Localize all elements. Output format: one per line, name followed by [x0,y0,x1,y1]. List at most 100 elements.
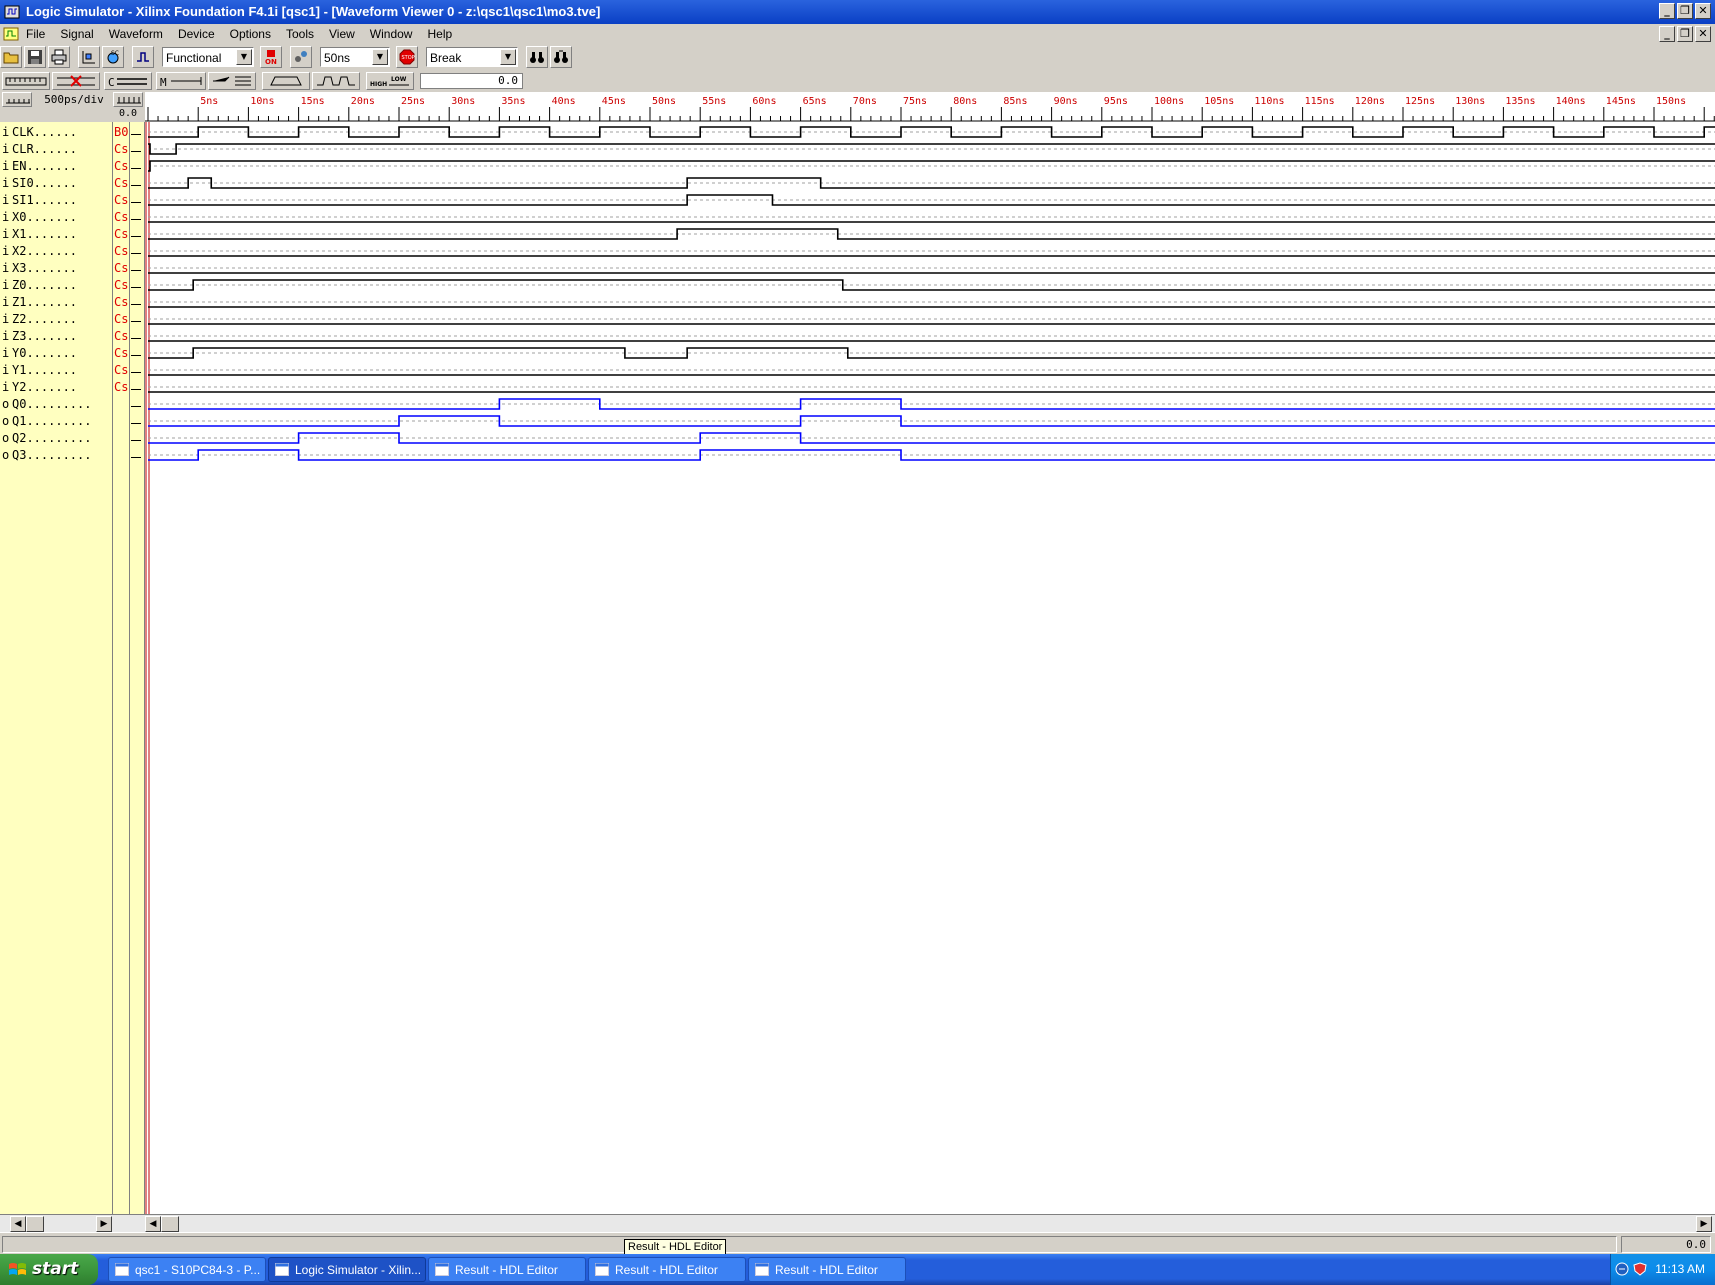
signal-name[interactable]: Y1....... [12,363,77,377]
signal-list-scrollbar[interactable]: ◀ ▶ [0,1214,145,1232]
print-button[interactable] [48,46,70,68]
measure-interval-button[interactable]: M [156,72,206,90]
signal-row[interactable]: o Q1......... [0,413,145,430]
power-on-button[interactable]: ON [260,46,282,68]
signal-row[interactable]: i Z3....... Cs [0,328,145,345]
scroll-right-arrow[interactable]: ▶ [1696,1216,1712,1232]
signal-row[interactable]: i CLK...... B0 [0,124,145,141]
signal-source[interactable]: Cs [114,159,128,173]
step-size-select[interactable]: 50ns ▼ [320,47,390,67]
menu-help[interactable]: Help [427,27,452,41]
taskbar-item[interactable]: qsc1 - S10PC84-3 - P... [108,1257,266,1282]
doc-close-button[interactable]: ✕ [1695,26,1711,42]
scroll-right-arrow[interactable]: ▶ [96,1216,112,1232]
clock-waveform-button[interactable] [312,72,360,90]
signal-name[interactable]: X2....... [12,244,77,258]
stop-button[interactable]: STOP [396,46,418,68]
find-next-button[interactable] [550,46,572,68]
scroll-thumb[interactable] [161,1216,179,1232]
signal-name[interactable]: CLK...... [12,125,77,139]
taskbar-item[interactable]: Result - HDL Editor [428,1257,586,1282]
waveform-button[interactable] [132,46,154,68]
stimulator-button[interactable]: SC [102,46,124,68]
scroll-thumb[interactable] [26,1216,44,1232]
signal-name[interactable]: EN....... [12,159,77,173]
signal-row[interactable]: i Y2....... Cs [0,379,145,396]
signal-row[interactable]: i Z2....... Cs [0,311,145,328]
signal-source[interactable]: Cs [114,346,128,360]
signal-source[interactable]: Cs [114,142,128,156]
delete-marker-button[interactable] [52,72,100,90]
signal-name[interactable]: X1....... [12,227,77,241]
save-button[interactable] [24,46,46,68]
signal-row[interactable]: i Y1....... Cs [0,362,145,379]
signal-source[interactable]: Cs [114,227,128,241]
pulse-button[interactable] [262,72,310,90]
signal-name[interactable]: X3....... [12,261,77,275]
signal-source[interactable]: Cs [114,176,128,190]
signal-name[interactable]: Y0....... [12,346,77,360]
time-ruler[interactable]: 5ns 10ns 15ns 20ns 25ns 30ns 35ns 40ns 45ns 50ns 5… [145,92,1715,122]
break-select[interactable]: Break ▼ [426,47,518,67]
signal-source[interactable]: Cs [114,312,128,326]
taskbar-item[interactable]: Result - HDL Editor [748,1257,906,1282]
open-button[interactable] [0,46,22,68]
signal-name[interactable]: CLR...... [12,142,77,156]
clear-marker-button[interactable]: C [104,72,152,90]
menu-file[interactable]: File [26,27,45,41]
signal-row[interactable]: o Q3......... [0,447,145,464]
waveform-area[interactable]: 5ns 10ns 15ns 20ns 25ns 30ns 35ns 40ns 45ns 50ns 5… [145,92,1715,1214]
signal-name[interactable]: SI1...... [12,193,77,207]
signal-row[interactable]: i X2....... Cs [0,243,145,260]
signal-source[interactable]: Cs [114,380,128,394]
cursor-time-field[interactable]: 0.0 [420,73,523,89]
signal-source[interactable]: Cs [114,329,128,343]
chevron-down-icon[interactable]: ▼ [372,49,388,65]
restore-button[interactable]: ❐ [1677,3,1693,19]
signal-name[interactable]: Z1....... [12,295,77,309]
close-button[interactable]: ✕ [1695,3,1711,19]
network-icon[interactable] [1615,1262,1629,1276]
measure-button[interactable] [2,72,50,90]
signal-row[interactable]: i SI0...... Cs [0,175,145,192]
menu-tools[interactable]: Tools [286,27,314,41]
signal-source[interactable]: Cs [114,261,128,275]
signal-row[interactable]: o Q2......... [0,430,145,447]
high-low-button[interactable]: HIGH LOW [366,72,414,90]
menu-window[interactable]: Window [370,27,413,41]
signal-row[interactable]: i Z1....... Cs [0,294,145,311]
add-signals-button[interactable] [78,46,100,68]
document-icon[interactable] [3,27,19,41]
doc-restore-button[interactable]: ❐ [1677,26,1693,42]
scroll-left-arrow[interactable]: ◀ [145,1216,161,1232]
menu-options[interactable]: Options [230,27,271,41]
find-button[interactable] [526,46,548,68]
signal-source[interactable]: Cs [114,244,128,258]
start-button[interactable]: start [0,1254,98,1285]
signal-source[interactable]: Cs [114,193,128,207]
signal-name[interactable]: Q2......... [12,431,91,445]
signal-name[interactable]: Z0....... [12,278,77,292]
menu-waveform[interactable]: Waveform [109,27,163,41]
security-shield-icon[interactable] [1633,1262,1647,1276]
waveform-scrollbar[interactable]: ◀ ▶ [145,1214,1715,1232]
signal-row[interactable]: i X0....... Cs [0,209,145,226]
simulation-mode-select[interactable]: Functional ▼ [162,47,254,67]
signal-name[interactable]: Q3......... [12,448,91,462]
minimize-button[interactable]: _ [1659,3,1675,19]
signal-name[interactable]: SI0...... [12,176,77,190]
signal-name[interactable]: X0....... [12,210,77,224]
signal-row[interactable]: o Q0......... [0,396,145,413]
signal-row[interactable]: i SI1...... Cs [0,192,145,209]
doc-minimize-button[interactable]: _ [1659,26,1675,42]
step-button[interactable] [290,46,312,68]
signal-name[interactable]: Q0......... [12,397,91,411]
signal-row[interactable]: i X3....... Cs [0,260,145,277]
signal-row[interactable]: i Z0....... Cs [0,277,145,294]
signal-source[interactable]: Cs [114,363,128,377]
signal-source[interactable]: Cs [114,278,128,292]
taskbar-item[interactable]: Result - HDL Editor [588,1257,746,1282]
signal-row[interactable]: i X1....... Cs [0,226,145,243]
chevron-down-icon[interactable]: ▼ [236,49,252,65]
bus-button[interactable] [208,72,256,90]
